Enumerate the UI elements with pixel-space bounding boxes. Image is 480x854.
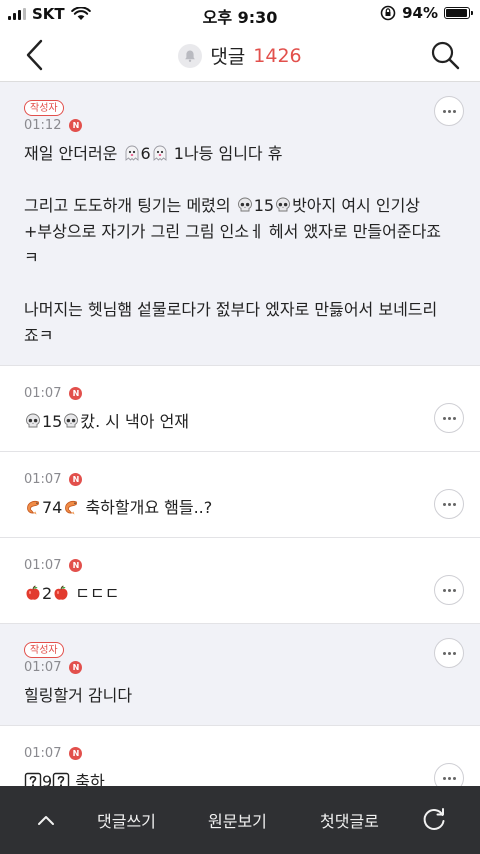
comment-time: 01:07 [24,660,62,675]
comment-paragraph: 힐링할거 감니다 [24,686,133,705]
notification-toggle[interactable] [178,43,203,68]
more-options-button[interactable] [434,489,464,519]
chevron-up-icon [38,816,54,825]
comment-body: 힐링할거 감니다 [24,683,456,725]
apple-icon [24,584,42,602]
bell-icon [185,50,196,62]
comment-time: 01:07 [24,558,62,573]
new-badge: N [69,661,83,674]
comment-item: 01:07 N 74 축하할개요 햄들..? [0,472,480,538]
search-icon [431,41,460,70]
skull-icon [274,196,292,214]
more-options-button[interactable] [434,575,464,605]
comment-body: 74 축하할개요 햄들..? [24,495,456,537]
skull-icon [24,412,42,430]
comment-paragraph: 15 캈. 시 낵아 언재 [24,409,456,435]
comment-paragraph: 나머지는 헷님햄 섵물로다가 젌부다 엤자로 만듫어서 보네드리 죠ㅋ [24,300,438,345]
more-options-button[interactable] [434,96,464,126]
comment-body: 15 캈. 시 낵아 언재 [24,409,456,451]
comment-paragraph: 재일 안더러운 6 1나등 임니다 휴 [24,144,283,163]
more-options-button[interactable] [434,403,464,433]
comment-body: 재일 안더러운 6 1나등 임니다 휴그리고 도도하개 팅기는 메렸의 15 밧아… [24,141,456,365]
status-right: 94% [380,4,473,22]
new-badge: N [69,559,83,572]
comment-body: 2 ㄷㄷㄷ [24,581,456,623]
view-original-button[interactable]: 원문보기 [208,808,267,832]
comment-item: 01:07 N 9 축하 [0,746,480,786]
header: 댓글 1426 [0,28,480,82]
question-box-icon [24,772,42,786]
refresh-icon [423,808,445,830]
ghost-icon [151,144,169,162]
first-comment-button[interactable]: 첫댓글로 [320,808,379,832]
title-label: 댓글 [210,46,246,68]
orientation-lock-icon [380,5,396,21]
more-options-button[interactable] [434,638,464,668]
comment-paragraph: 2 ㄷㄷㄷ [24,581,456,607]
skull-icon [62,412,80,430]
comment-meta: 01:07 N [24,386,456,401]
comment-count: 1426 [253,44,302,67]
comment-item: 작성자 01:07 N 힐링할거 감니다 [0,624,480,726]
refresh-button[interactable] [420,806,448,834]
comment-item: 작성자 01:12 N 재일 안더러운 6 1나등 임니다 휴그리고 도도하개 팅기는… [0,82,480,366]
question-box-icon [52,772,70,786]
new-badge: N [69,473,83,486]
comment-meta: 01:07 N [24,660,456,675]
comment-time: 01:07 [24,472,62,487]
apple-icon [52,584,70,602]
comment-meta: 01:12 N [24,118,456,133]
comment-paragraph: 9 축하 [24,769,456,786]
comment-meta: 01:07 N [24,558,456,573]
battery-icon [444,7,473,19]
new-badge: N [69,747,83,760]
search-button[interactable] [428,38,462,72]
scroll-top-button[interactable] [34,808,58,832]
comment-meta: 01:07 N [24,746,456,761]
author-badge: 작성자 [24,100,64,116]
page-title: 댓글 1426 [0,42,480,69]
battery-percent: 94% [402,4,438,22]
comment-meta: 01:07 N [24,472,456,487]
comment-item: 01:07 N 2 ㄷㄷㄷ [0,558,480,624]
comment-time: 01:07 [24,746,62,761]
write-comment-button[interactable]: 댓글쓰기 [97,808,156,832]
author-badge: 작성자 [24,642,64,658]
skull-icon [236,196,254,214]
bottom-toolbar: 댓글쓰기 원문보기 첫댓글로 [0,786,480,854]
comment-paragraph: 그리고 도도하개 팅기는 메렸의 15 밧아지 여시 인기상 +부상으로 자기가 … [24,196,442,267]
comment-paragraph: 74 축하할개요 햄들..? [24,495,456,521]
comment-list: 작성자 01:12 N 재일 안더러운 6 1나등 임니다 휴그리고 도도하개 팅기는… [0,82,480,786]
new-badge: N [69,387,83,400]
comment-time: 01:07 [24,386,62,401]
ghost-icon [123,144,141,162]
shrimp-icon [62,498,80,516]
battery-fill [446,9,467,17]
more-options-button[interactable] [434,763,464,786]
comment-time: 01:12 [24,118,62,133]
status-bar: SKT 오후 9:30 94% [0,0,480,28]
comment-item: 01:07 N 15 캈. 시 낵아 언재 [0,386,480,452]
new-badge: N [69,119,83,132]
comment-body: 9 축하 [24,769,456,786]
shrimp-icon [24,498,42,516]
